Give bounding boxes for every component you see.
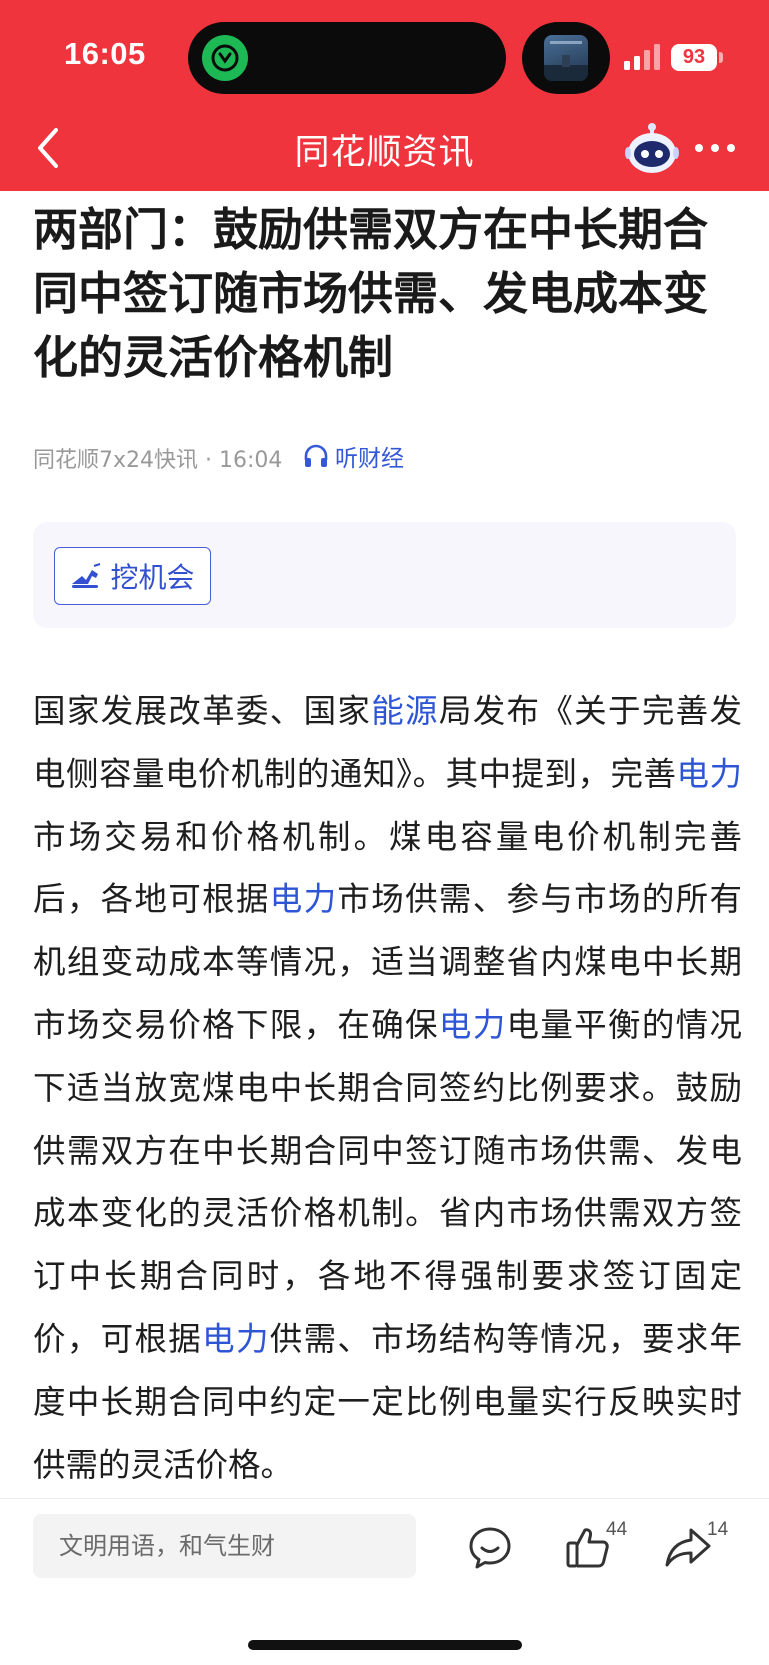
bottom-divider	[0, 1498, 769, 1499]
body-text: 电量平衡的情况下适当放宽煤电中长期合同签约比例要求。鼓励供需双方在中长期合同中签…	[33, 1005, 742, 1358]
keyword-link[interactable]: 电力	[439, 1006, 507, 1044]
keyword-link[interactable]: 电力	[202, 1320, 270, 1358]
dynamic-island	[188, 22, 506, 94]
robot-assistant-icon[interactable]	[624, 121, 680, 177]
home-indicator	[248, 1640, 522, 1650]
keyword-link[interactable]: 能源	[371, 692, 439, 730]
comment-input[interactable]: 文明用语，和气生财	[33, 1514, 416, 1578]
album-art-icon	[544, 35, 588, 81]
listen-button[interactable]: 听财经	[303, 440, 404, 472]
battery-tip	[719, 52, 723, 63]
body-text: 国家发展改革委、国家	[33, 692, 372, 730]
cellular-signal-icon	[624, 44, 660, 70]
more-icon[interactable]	[695, 128, 735, 168]
comment-icon[interactable]	[465, 1522, 515, 1572]
article-title: 两部门：鼓励供需双方在中长期合同中签订随市场供需、发电成本变化的灵活价格机制	[33, 203, 709, 384]
status-time: 16:05	[64, 36, 146, 71]
listen-label: 听财经	[335, 446, 404, 472]
battery-indicator: 93	[671, 44, 717, 71]
share-icon[interactable]	[663, 1522, 713, 1572]
island-app-icon	[202, 35, 248, 81]
article-source-time: 同花顺7x24快讯 · 16:04	[33, 448, 283, 473]
keyword-link[interactable]: 电力	[270, 880, 338, 918]
share-count: 14	[707, 1519, 729, 1540]
opportunity-panel: 挖机会	[33, 522, 736, 628]
back-arrow-icon[interactable]	[30, 124, 70, 172]
like-count: 44	[606, 1519, 628, 1540]
media-live-activity[interactable]	[522, 22, 610, 94]
article-body: 国家发展改革委、国家能源局发布《关于完善发电侧容量电价机制的通知》。其中提到，完…	[33, 680, 742, 1496]
headphones-icon	[304, 444, 328, 467]
keyword-link[interactable]: 电力	[676, 755, 742, 793]
excavator-icon	[72, 563, 101, 588]
app-header: 16:05 93 同花顺资讯	[0, 0, 769, 191]
opportunity-button[interactable]: 挖机会	[54, 547, 211, 605]
opportunity-label: 挖机会	[110, 561, 195, 594]
